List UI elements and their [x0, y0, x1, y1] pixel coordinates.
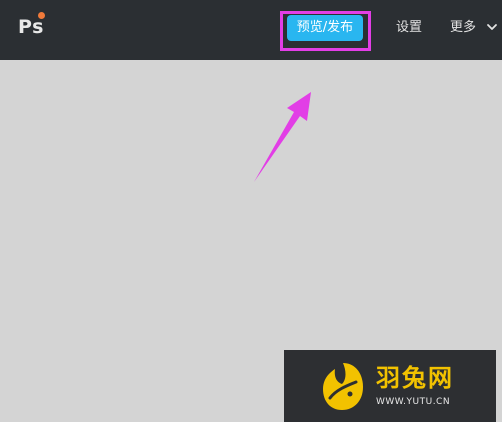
watermark-title: 羽兔网 [376, 364, 454, 392]
watermark-panel: 羽兔网 WWW.YUTU.CN [284, 350, 496, 422]
watermark-url: WWW.YUTU.CN [376, 397, 451, 407]
rabbit-logo-icon [323, 363, 363, 410]
